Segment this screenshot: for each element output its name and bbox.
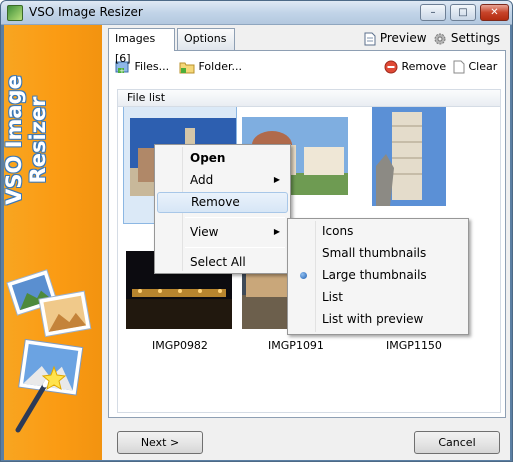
next-button[interactable]: Next > xyxy=(117,431,203,454)
preview-link[interactable]: Preview xyxy=(364,30,427,46)
view-option-large-thumbnails[interactable]: Large thumbnails xyxy=(290,265,466,286)
clear-label: Clear xyxy=(468,60,498,73)
radio-selected-icon xyxy=(300,272,307,279)
tab-images[interactable]: Images [6] xyxy=(108,28,175,65)
title-bar[interactable]: VSO Image Resizer – □ ✕ xyxy=(1,1,512,25)
remove-button[interactable]: Remove xyxy=(384,59,446,75)
thumbnail-image xyxy=(372,107,446,206)
menu-separator xyxy=(185,247,285,248)
chevron-right-icon: ▶ xyxy=(273,175,280,184)
thumbnail-label: IMGP1091 xyxy=(268,339,324,352)
minimize-button[interactable]: – xyxy=(420,4,446,21)
banner-logo: VSO Image Resizer xyxy=(4,75,50,205)
view-option-large-thumbnails-label: Large thumbnails xyxy=(322,268,427,282)
settings-label: Settings xyxy=(450,31,501,45)
menu-separator xyxy=(185,217,285,218)
menu-item-add-label: Add xyxy=(190,173,214,187)
view-submenu: Icons Small thumbnails Large thumbnails … xyxy=(287,218,469,335)
menu-item-view-label: View xyxy=(190,225,219,239)
view-option-list-with-preview[interactable]: List with preview xyxy=(290,309,466,330)
menu-item-view[interactable]: View ▶ xyxy=(157,222,288,243)
add-folder-button[interactable]: Folder... xyxy=(179,59,242,75)
thumbnail-label: IMGP1150 xyxy=(386,339,442,352)
window-title: VSO Image Resizer xyxy=(29,5,143,19)
tab-options[interactable]: Options xyxy=(177,28,235,50)
gear-icon xyxy=(434,33,446,44)
view-option-small-thumbnails[interactable]: Small thumbnails xyxy=(290,243,466,264)
preview-label: Preview xyxy=(379,31,427,45)
file-list-header: File list xyxy=(117,89,501,107)
close-button[interactable]: ✕ xyxy=(480,4,509,21)
cancel-button[interactable]: Cancel xyxy=(414,431,500,454)
menu-item-open[interactable]: Open xyxy=(157,148,288,169)
photos-magic-wand-illustration xyxy=(6,269,92,433)
maximize-button[interactable]: □ xyxy=(450,4,476,21)
menu-item-select-all[interactable]: Select All xyxy=(157,252,288,273)
menu-item-add[interactable]: Add ▶ xyxy=(157,170,288,191)
folder-label: Folder... xyxy=(198,60,242,73)
list-item[interactable] xyxy=(357,107,471,224)
clear-button[interactable]: Clear xyxy=(453,59,497,75)
app-icon xyxy=(7,5,23,21)
document-icon xyxy=(364,32,376,45)
remove-label: Remove xyxy=(401,60,447,73)
view-option-icons[interactable]: Icons xyxy=(290,221,466,242)
context-menu: Open Add ▶ Remove View ▶ Select All xyxy=(154,144,291,274)
side-banner: VSO Image Resizer xyxy=(4,25,102,460)
chevron-right-icon: ▶ xyxy=(273,227,280,236)
folder-icon xyxy=(179,62,195,74)
remove-icon xyxy=(384,60,398,74)
files-label: Files... xyxy=(134,60,170,73)
thumbnail-label: IMGP0982 xyxy=(152,339,208,352)
view-option-list[interactable]: List xyxy=(290,287,466,308)
blank-page-icon xyxy=(453,60,465,74)
menu-item-remove[interactable]: Remove xyxy=(157,192,288,213)
